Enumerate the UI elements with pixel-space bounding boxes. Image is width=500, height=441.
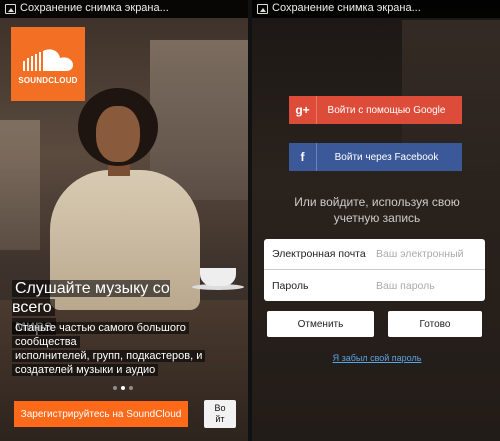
background-window (0, 120, 40, 250)
password-label: Пароль (272, 279, 309, 292)
subtitle-line: создателей музыки и аудио (12, 364, 159, 376)
email-field[interactable] (376, 248, 485, 260)
welcome-subtitle: Станьте частью самого большого сообществ… (12, 321, 217, 377)
page-dot (129, 386, 133, 390)
register-button[interactable]: Зарегистрируйтесь на SoundCloud (14, 401, 188, 427)
welcome-screen: Сохранение снимка экрана... SOUNDCLOUD С… (0, 0, 248, 441)
google-login-button[interactable]: g+ Войти с помощью Google (289, 96, 462, 124)
done-button[interactable]: Готово (388, 311, 482, 337)
status-text: Сохранение снимка экрана... (272, 2, 421, 14)
soundcloud-logo: SOUNDCLOUD (11, 27, 85, 101)
page-dot-active (121, 386, 125, 390)
subtitle-line: Станьте частью самого большого (12, 322, 189, 334)
headline-line: Слушайте музыку со всего (12, 280, 170, 316)
status-bar: Сохранение снимка экрана... (252, 0, 500, 18)
facebook-login-label: Войти через Facebook (334, 151, 439, 163)
login-button[interactable]: Во йт (204, 400, 236, 428)
cloud-icon (23, 49, 73, 71)
screenshot-icon (257, 4, 268, 14)
or-login-text: Или войдите, используя свою учетную запи… (272, 194, 482, 226)
forgot-password-link[interactable]: Я забыл свой пароль (292, 353, 462, 363)
status-bar: Сохранение снимка экрана... (0, 0, 248, 18)
subtitle-line: сообщества (12, 336, 80, 348)
or-login-line: учетную запись (333, 211, 421, 225)
login-screen: Сохранение снимка экрана... g+ Войти с п… (252, 0, 500, 441)
facebook-icon: f (289, 143, 317, 171)
status-text: Сохранение снимка экрана... (20, 2, 169, 14)
email-label: Электронная почта (272, 248, 366, 260)
google-plus-icon: g+ (289, 96, 317, 124)
page-dot (113, 386, 117, 390)
google-login-label: Войти с помощью Google (327, 104, 446, 116)
facebook-login-button[interactable]: f Войти через Facebook (289, 143, 462, 171)
logo-text: SOUNDCLOUD (18, 76, 78, 85)
cancel-button[interactable]: Отменить (267, 311, 374, 337)
email-row: Электронная почта (264, 239, 485, 270)
background-person-face (96, 106, 140, 162)
login-button-label: Во (214, 403, 226, 413)
or-login-line: Или войдите, используя свою (294, 195, 460, 209)
subtitle-line: исполнителей, групп, подкастеров, и (12, 350, 206, 362)
password-row: Пароль (264, 270, 485, 301)
screenshot-icon (5, 4, 16, 14)
password-field[interactable] (376, 279, 485, 292)
login-form: Электронная почта Пароль (264, 239, 485, 301)
page-indicator (113, 386, 133, 390)
login-button-label: йт (215, 414, 225, 424)
